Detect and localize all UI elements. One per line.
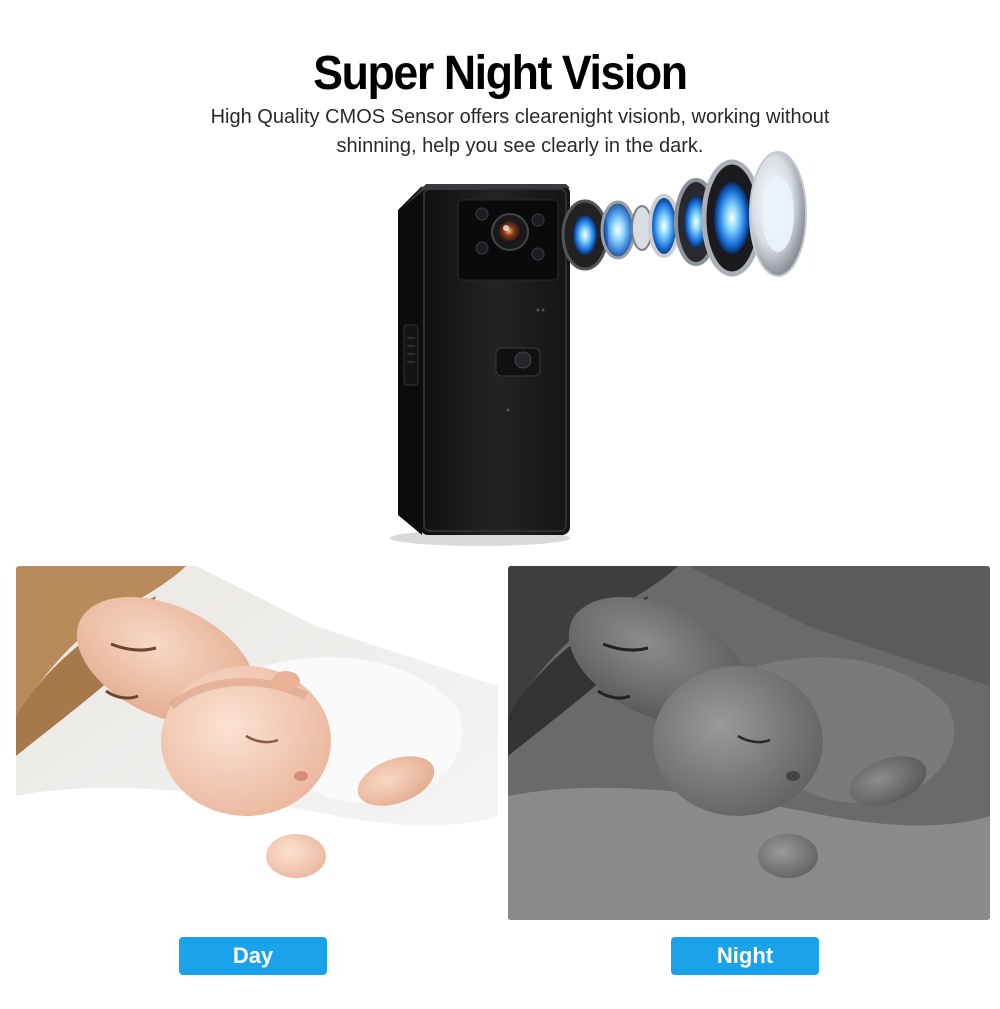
exploded-lens-elements bbox=[561, 151, 807, 277]
side-switch bbox=[403, 324, 419, 386]
day-photo bbox=[16, 566, 498, 920]
page-title: Super Night Vision bbox=[313, 47, 688, 100]
night-label-badge: Night bbox=[671, 937, 819, 975]
night-photo bbox=[508, 566, 990, 920]
camera-product-image bbox=[390, 151, 807, 546]
day-label-badge: Day bbox=[179, 937, 327, 975]
